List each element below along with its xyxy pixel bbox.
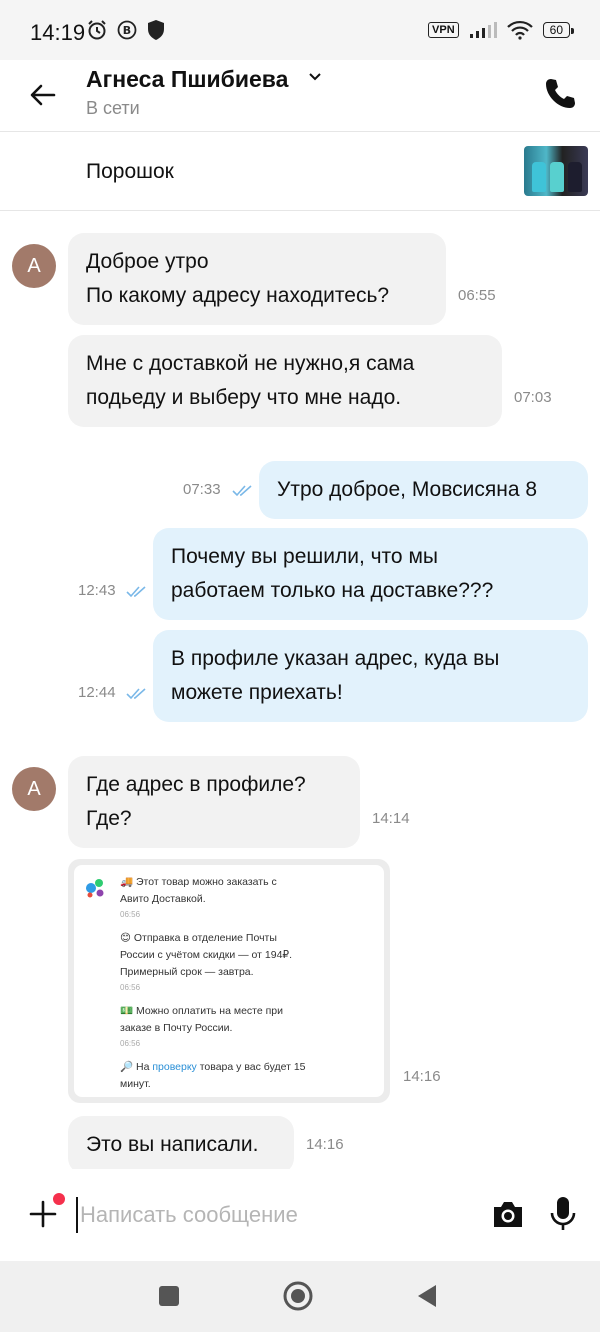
message-time: 12:44 [78,684,116,701]
double-check-icon [126,586,146,598]
phone-icon[interactable] [542,76,578,112]
battery-indicator: 60 [542,22,575,38]
signal-icon [469,22,497,38]
bottle-shape [532,162,546,192]
outgoing-message[interactable]: Утро доброе, Мовсисяна 8 [259,461,588,519]
screenshot-line: минут. [120,1078,151,1090]
wifi-icon [506,20,533,40]
screenshot-text-part: 🔎 На [120,1061,153,1073]
back-arrow-icon[interactable] [28,80,58,110]
avatar[interactable]: А [12,244,56,288]
incoming-message[interactable]: Где адрес в профиле? Где? [68,756,360,848]
listing-thumbnail[interactable] [524,146,588,196]
screenshot-line: Авито Доставкой. [120,893,206,905]
screenshot-text-part: товара у вас будет 15 [196,1061,306,1073]
plus-icon[interactable] [28,1199,58,1229]
shield-icon [148,20,164,40]
screenshot-line: 💵 Можно оплатить на месте при [120,1005,283,1017]
message-input[interactable] [76,1197,466,1233]
screenshot-line: 🚚 Этот товар можно заказать с [120,876,277,888]
status-time: 14:19 [30,20,86,45]
message-time: 06:55 [458,287,496,304]
screenshot-time: 06:56 [120,983,141,992]
message-time: 14:16 [306,1136,344,1153]
screenshot-time: 06:56 [120,1039,141,1048]
svg-text:B: B [123,24,131,37]
incoming-message[interactable]: Это вы написали. [68,1116,294,1169]
status-icons-right: VPN 60 [428,20,575,40]
outgoing-message[interactable]: Почему вы решили, что мы работаем только… [153,528,588,620]
screenshot-line: России с учётом скидки — от 194₽. [120,949,293,961]
listing-bar[interactable]: Порошок [0,132,600,211]
incoming-message[interactable]: Мне с доставкой не нужно,я сама подьеду … [68,335,502,427]
composer [0,1169,600,1261]
chat-header: Агнеса Пшибиева В сети [0,60,600,132]
recents-icon[interactable] [154,1281,184,1311]
screenshot-time: 06:56 [120,910,141,919]
message-time: 07:33 [183,481,221,498]
bottle-shape [568,162,582,192]
double-check-icon [126,688,146,700]
screenshot-line: Примерный срок — завтра. [120,966,254,978]
camera-icon[interactable] [490,1197,526,1231]
screenshot-line: заказе в Почту России. [120,1022,233,1034]
bottle-shape [550,162,564,192]
message-list[interactable]: А Доброе утро По какому адресу находитес… [0,211,600,1169]
status-icons-left: B [86,19,166,41]
double-check-icon [232,485,252,497]
screenshot-line: 🔎 На проверку товара у вас будет 15 [120,1060,380,1075]
status-bar: 14:19 B VPN 60 [0,0,600,60]
message-time: 14:14 [372,810,410,827]
chevron-down-icon[interactable] [308,72,322,82]
notification-dot [53,1193,65,1205]
vpn-badge: VPN [428,22,459,38]
alarm-icon [88,20,106,40]
system-nav-bar [0,1261,600,1332]
message-time: 07:03 [514,389,552,406]
back-triangle-icon[interactable] [412,1281,442,1311]
outgoing-message[interactable]: В профиле указан адрес, куда вы можете п… [153,630,588,722]
screenshot-preview: 🚚 Этот товар можно заказать с Авито Дост… [74,865,384,1097]
screenshot-link: проверку [152,1061,197,1073]
listing-title[interactable]: Порошок [86,160,174,184]
presence-status: В сети [86,98,140,118]
message-time: 12:43 [78,582,116,599]
incoming-message[interactable]: Доброе утро По какому адресу находитесь? [68,233,446,325]
app-logo-icon [86,879,104,898]
avatar[interactable]: А [12,767,56,811]
bitcoin-icon: B [117,20,137,40]
screenshot-line: 😊 Отправка в отделение Почты [120,932,277,944]
microphone-icon[interactable] [548,1195,578,1233]
screenshot-text: 🚚 Этот товар можно заказать с Авито Дост… [120,875,380,1094]
home-icon[interactable] [282,1280,314,1312]
image-message[interactable]: 🚚 Этот товар можно заказать с Авито Дост… [68,859,390,1103]
message-time: 14:16 [403,1068,441,1085]
contact-name[interactable]: Агнеса Пшибиева [86,66,288,93]
